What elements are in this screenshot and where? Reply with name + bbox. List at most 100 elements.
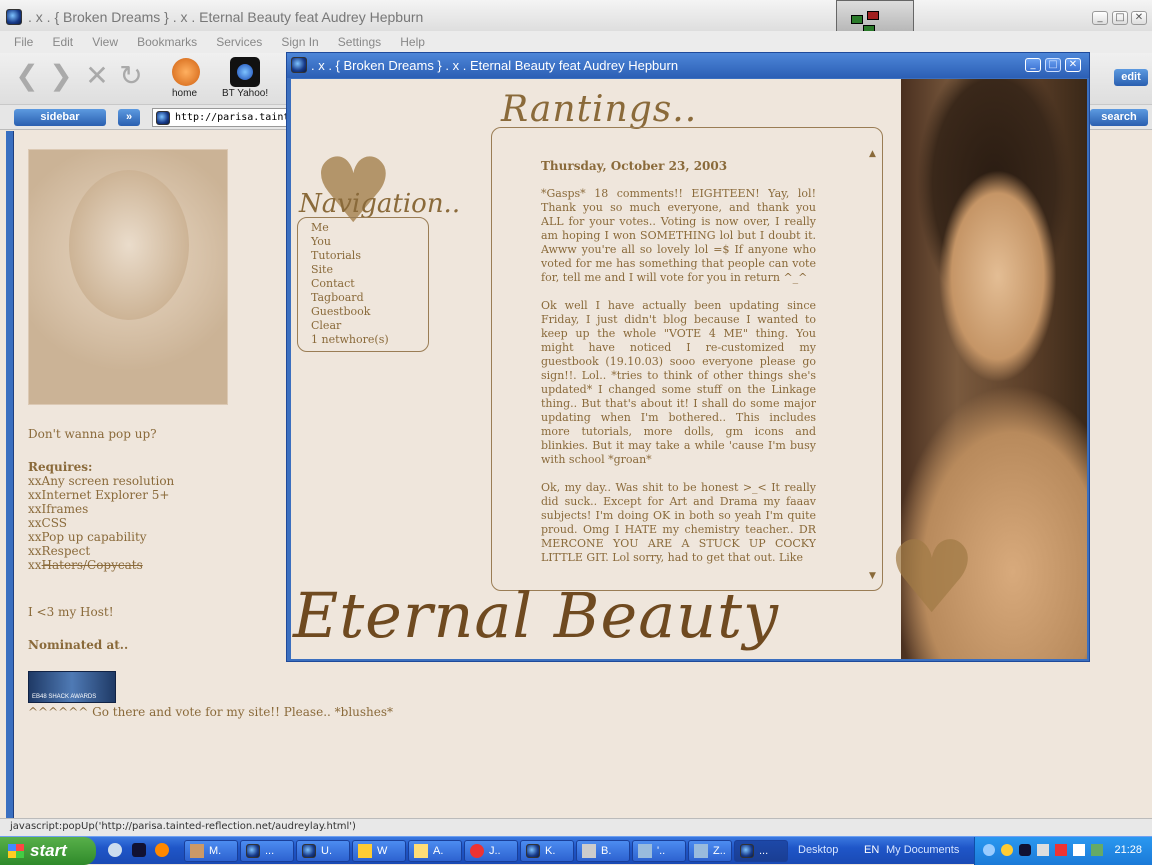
page-scrollbar[interactable] (6, 131, 14, 819)
popup-app-icon (291, 57, 307, 73)
bt-yahoo-icon[interactable] (230, 57, 260, 87)
tray-chevron-icon[interactable] (983, 844, 995, 856)
forward-icon[interactable]: ❯ (44, 59, 78, 93)
entry-paragraph: *Gasps* 18 comments!! EIGHTEEN! Yay, lol… (541, 187, 816, 284)
menu-sign-in[interactable]: Sign In (281, 35, 318, 49)
browser-app-icon (6, 9, 22, 25)
nominated-title: Nominated at.. (28, 638, 129, 652)
minimize-button[interactable]: _ (1092, 11, 1108, 25)
nav-item-me[interactable]: Me (311, 221, 389, 235)
site-favicon (156, 111, 170, 125)
menu-services[interactable]: Services (216, 35, 262, 49)
address-input[interactable]: http://parisa.tainted-r (152, 108, 292, 127)
popup-minimize-button[interactable]: _ (1025, 58, 1041, 72)
popup-close-button[interactable]: ✕ (1065, 58, 1081, 72)
nav-item-contact[interactable]: Contact (311, 277, 389, 291)
taskbar-item[interactable]: U. (296, 840, 350, 862)
taskbar-item[interactable]: Z.. (688, 840, 732, 862)
rantings-title: Rantings.. (501, 89, 698, 130)
tray-icon[interactable] (1091, 844, 1103, 856)
home-label[interactable]: home (172, 88, 197, 99)
expand-arrows-icon[interactable]: » (118, 109, 140, 126)
taskbar-item-label: W (377, 845, 388, 857)
quicklaunch-icon[interactable] (155, 843, 169, 857)
taskbar-item-label: A. (433, 845, 444, 857)
edit-button[interactable]: edit (1114, 69, 1148, 86)
nav-item-tagboard[interactable]: Tagboard (311, 291, 389, 305)
taskbar-item[interactable]: A. (408, 840, 462, 862)
nav-item-you[interactable]: You (311, 235, 389, 249)
scroll-up-icon[interactable]: ▲ (869, 149, 876, 159)
home-icon[interactable] (172, 58, 200, 86)
menu-view[interactable]: View (92, 35, 118, 49)
struck-prefix: xx (28, 558, 42, 572)
folder-icon (414, 844, 428, 858)
entry-date: Thursday, October 23, 2003 (541, 159, 728, 173)
taskbar-item[interactable]: J.. (464, 840, 518, 862)
award-badge-text: EB48 SHACK AWARDS (32, 694, 97, 700)
desktop-toolbar[interactable]: Desktop (798, 844, 838, 856)
taskbar-item[interactable]: W (352, 840, 406, 862)
clock[interactable]: 21:28 (1114, 844, 1142, 856)
popup-window: . x . { Broken Dreams } . x . Eternal Be… (286, 52, 1090, 662)
host-link[interactable]: I <3 my Host! (28, 605, 114, 619)
tray-icon[interactable] (1001, 844, 1013, 856)
menu-file[interactable]: File (14, 35, 33, 49)
requirement-item: xxPop up capability (28, 530, 147, 544)
quicklaunch-icon[interactable] (108, 843, 122, 857)
maximize-button[interactable]: □ (1112, 11, 1128, 25)
menu-settings[interactable]: Settings (338, 35, 381, 49)
vote-text: ^^^^^^ Go there and vote for my site!! P… (28, 705, 394, 719)
navigation-title: Navigation.. (299, 189, 461, 219)
start-button[interactable]: start (0, 837, 96, 865)
tray-icon[interactable] (1055, 844, 1067, 856)
sidebar-button[interactable]: sidebar (14, 109, 106, 126)
menu-bookmarks[interactable]: Bookmarks (137, 35, 197, 49)
search-button[interactable]: search (1090, 109, 1148, 126)
close-button[interactable]: ✕ (1131, 11, 1147, 25)
menu-edit[interactable]: Edit (52, 35, 73, 49)
taskbar-item[interactable]: '.. (632, 840, 686, 862)
audrey-thumbnail-image[interactable] (28, 149, 228, 405)
taskbar-item-label: '.. (657, 845, 666, 857)
blog-entry: Thursday, October 23, 2003 *Gasps* 18 co… (541, 159, 816, 579)
popup-maximize-button[interactable]: □ (1045, 58, 1061, 72)
nav-item-guestbook[interactable]: Guestbook (311, 305, 389, 319)
quicklaunch-icon[interactable] (132, 843, 146, 857)
nav-item-site[interactable]: Site (311, 263, 389, 277)
bt-yahoo-label[interactable]: BT Yahoo! (222, 88, 268, 99)
my-documents-toolbar[interactable]: My Documents (886, 844, 959, 856)
tray-icon[interactable] (1019, 844, 1031, 856)
tray-icon[interactable] (1037, 844, 1049, 856)
popup-note[interactable]: Don't wanna pop up? (28, 427, 157, 441)
requirement-item: xxInternet Explorer 5+ (28, 488, 170, 502)
taskbar-item-active[interactable]: ... (734, 840, 788, 862)
taskbar-item-label: B. (601, 845, 612, 857)
task-icon (526, 844, 540, 858)
taskbar-item[interactable]: B. (576, 840, 630, 862)
refresh-icon[interactable]: ↻ (114, 59, 148, 93)
menu-help[interactable]: Help (400, 35, 425, 49)
task-icon (582, 844, 596, 858)
tray-icon[interactable] (1073, 844, 1085, 856)
heart-icon: ♥ (887, 519, 977, 636)
taskbar-item[interactable]: K. (520, 840, 574, 862)
requirement-item: xxIframes (28, 502, 89, 516)
taskbar-item[interactable]: ... (240, 840, 294, 862)
nav-item-clear[interactable]: Clear (311, 319, 389, 333)
taskbar-item-label: ... (759, 845, 769, 857)
taskbar-item-label: K. (545, 845, 556, 857)
language-indicator[interactable]: EN (864, 844, 879, 856)
scroll-down-icon[interactable]: ▼ (869, 571, 876, 581)
menu-bar: File Edit View Bookmarks Services Sign I… (0, 31, 1152, 53)
status-text: javascript:popUp('http://parisa.tainted-… (10, 821, 356, 832)
taskbar-item[interactable]: M. (184, 840, 238, 862)
back-icon[interactable]: ❮ (10, 59, 44, 93)
nav-item-netwhores[interactable]: 1 netwhore(s) (311, 333, 389, 347)
award-badge-image[interactable]: EB48 SHACK AWARDS (28, 671, 116, 703)
stop-icon[interactable]: ✕ (80, 59, 114, 93)
nav-item-tutorials[interactable]: Tutorials (311, 249, 389, 263)
taskbar-item-label: J.. (489, 845, 501, 857)
taskbar-item-label: M. (209, 845, 222, 857)
task-icon (246, 844, 260, 858)
